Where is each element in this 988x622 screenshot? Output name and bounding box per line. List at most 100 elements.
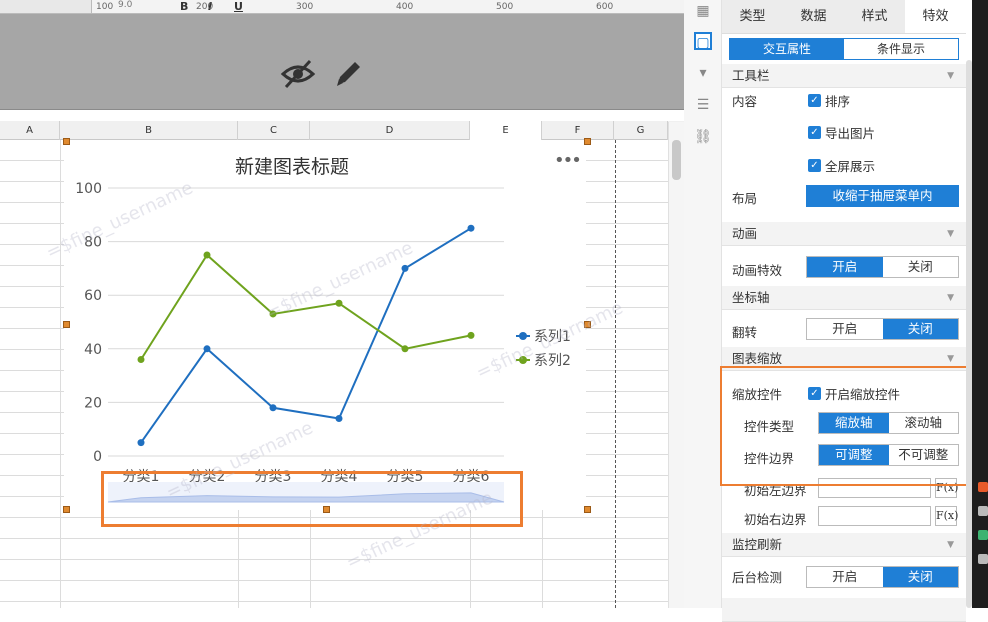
- more-icon[interactable]: •••: [554, 150, 582, 171]
- column-f[interactable]: F: [542, 121, 614, 140]
- cell-element-icon[interactable]: ▦: [694, 2, 712, 20]
- column-b[interactable]: B: [60, 121, 238, 140]
- initial-right-input[interactable]: [818, 506, 931, 526]
- legend-swatch-2: [516, 356, 530, 364]
- animation-off-button[interactable]: 关闭: [883, 257, 959, 277]
- column-g[interactable]: G: [614, 121, 668, 140]
- resize-handle[interactable]: [584, 506, 591, 513]
- ruler-tick: 600: [596, 2, 614, 12]
- check-off-button[interactable]: 关闭: [882, 567, 958, 587]
- series-line: [140, 227, 472, 444]
- section-title: 图表缩放: [732, 351, 783, 366]
- animation-toggle[interactable]: 开启 关闭: [806, 256, 959, 278]
- section-monitor[interactable]: 监控刷新 ▼: [722, 533, 966, 557]
- column-e[interactable]: E: [470, 121, 542, 140]
- section-title: 工具栏: [732, 68, 770, 83]
- line-chart: 020406080100分类1 分类2 分类3 分类4 分类5 分类6: [75, 181, 505, 503]
- flip-on-button[interactable]: 开启: [807, 319, 883, 339]
- underline-icon[interactable]: U: [234, 0, 243, 13]
- section-animation[interactable]: 动画 ▼: [722, 222, 966, 246]
- desktop-edge: [972, 0, 988, 608]
- subtab-interaction[interactable]: 交互属性: [730, 39, 844, 59]
- zoom-settings-highlight: [720, 366, 970, 486]
- link-icon[interactable]: ⛓: [694, 128, 712, 146]
- vertical-scrollbar[interactable]: [668, 122, 684, 608]
- data-point: [203, 251, 211, 259]
- collapse-icon[interactable]: ▼: [947, 286, 954, 310]
- chart-title: 新建图表标题: [234, 156, 349, 178]
- data-point: [335, 299, 343, 307]
- subtabs: 交互属性 条件显示: [729, 38, 959, 60]
- dropdown-settings-icon[interactable]: ▾: [694, 64, 712, 82]
- background-check-toggle[interactable]: 开启 关闭: [806, 566, 959, 588]
- tab-style[interactable]: 样式: [844, 0, 905, 33]
- widget-settings-icon[interactable]: ▢: [694, 32, 712, 51]
- ruler-tick: 500: [496, 2, 514, 12]
- section-next: [722, 598, 966, 622]
- export-image-checkbox[interactable]: ✓ 导出图片: [808, 123, 875, 142]
- animation-label: 动画特效: [732, 263, 783, 278]
- data-point: [401, 264, 409, 272]
- layout-select[interactable]: 收缩于抽屉菜单内: [806, 185, 959, 207]
- column-header: A B C D E F G: [0, 121, 684, 140]
- flip-toggle[interactable]: 开启 关闭: [806, 318, 959, 340]
- bold-icon[interactable]: B: [180, 0, 188, 13]
- layer-settings-icon[interactable]: ☰: [694, 96, 712, 114]
- collapse-icon[interactable]: ▼: [947, 533, 954, 557]
- data-point: [137, 439, 145, 447]
- fullscreen-checkbox[interactable]: ✓ 全屏展示: [808, 156, 875, 175]
- section-toolbar[interactable]: 工具栏 ▼: [722, 64, 966, 88]
- formula-button[interactable]: F(x): [935, 506, 958, 526]
- font-size-field[interactable]: 9.0: [118, 0, 132, 10]
- eye-off-icon[interactable]: [280, 58, 316, 90]
- tab-effects[interactable]: 特效: [905, 0, 966, 33]
- legend-swatch-1: [516, 332, 530, 340]
- tab-data[interactable]: 数据: [783, 0, 844, 33]
- data-point: [269, 404, 277, 412]
- column-c[interactable]: C: [238, 121, 310, 140]
- background-check-label: 后台检测: [732, 570, 783, 585]
- panel-icon-strip: ▦ ▢ ▾ ☰ ⛓: [684, 0, 722, 608]
- data-point: [335, 414, 343, 422]
- column-a[interactable]: A: [0, 121, 60, 140]
- resize-handle[interactable]: [63, 506, 70, 513]
- animation-on-button[interactable]: 开启: [807, 257, 883, 277]
- section-title: 动画: [732, 226, 758, 241]
- layout-label: 布局: [732, 191, 758, 206]
- chart[interactable]: 0 20 40 60 80 100 分类1 分类2 分类3 分类4 分类5 分类6 新建图表标题 ••…: [64, 140, 586, 510]
- ruler-tick: 200: [196, 2, 214, 12]
- resize-handle[interactable]: [584, 321, 591, 328]
- series-line: [140, 253, 472, 361]
- resize-handle[interactable]: [63, 321, 70, 328]
- section-title: 监控刷新: [732, 537, 783, 552]
- hidden-overlay: [0, 14, 684, 110]
- check-icon: ✓: [808, 159, 821, 172]
- resize-handle[interactable]: [584, 138, 591, 145]
- column-d[interactable]: D: [310, 121, 470, 140]
- checkbox-label: 排序: [825, 94, 851, 109]
- flip-label: 翻转: [732, 325, 758, 340]
- subtab-condition[interactable]: 条件显示: [844, 39, 958, 59]
- collapse-icon[interactable]: ▼: [947, 64, 954, 88]
- legend-item-2[interactable]: 系列2: [516, 350, 571, 370]
- legend-label-1: 系列1: [534, 329, 571, 345]
- edit-icon[interactable]: [332, 58, 364, 90]
- report-editor: 9.0 B I U 100 200 300 400 500 600 A B C …: [0, 0, 684, 608]
- check-icon: ✓: [808, 126, 821, 139]
- data-point: [203, 345, 211, 353]
- flip-off-button[interactable]: 关闭: [882, 319, 958, 339]
- check-on-button[interactable]: 开启: [807, 567, 883, 587]
- resize-handle[interactable]: [63, 138, 70, 145]
- check-icon: ✓: [808, 94, 821, 107]
- tab-type[interactable]: 类型: [722, 0, 783, 33]
- collapse-icon[interactable]: ▼: [947, 222, 954, 246]
- section-axis[interactable]: 坐标轴 ▼: [722, 286, 966, 310]
- checkbox-label: 导出图片: [825, 126, 876, 141]
- y-tick-label: 60: [84, 288, 102, 304]
- sort-checkbox[interactable]: ✓ 排序: [808, 91, 850, 110]
- y-tick-label: 80: [84, 235, 102, 251]
- section-title: 坐标轴: [732, 290, 770, 305]
- content-label: 内容: [732, 94, 758, 109]
- ruler-tick: 100: [96, 2, 114, 12]
- legend-item-1[interactable]: 系列1: [516, 326, 571, 346]
